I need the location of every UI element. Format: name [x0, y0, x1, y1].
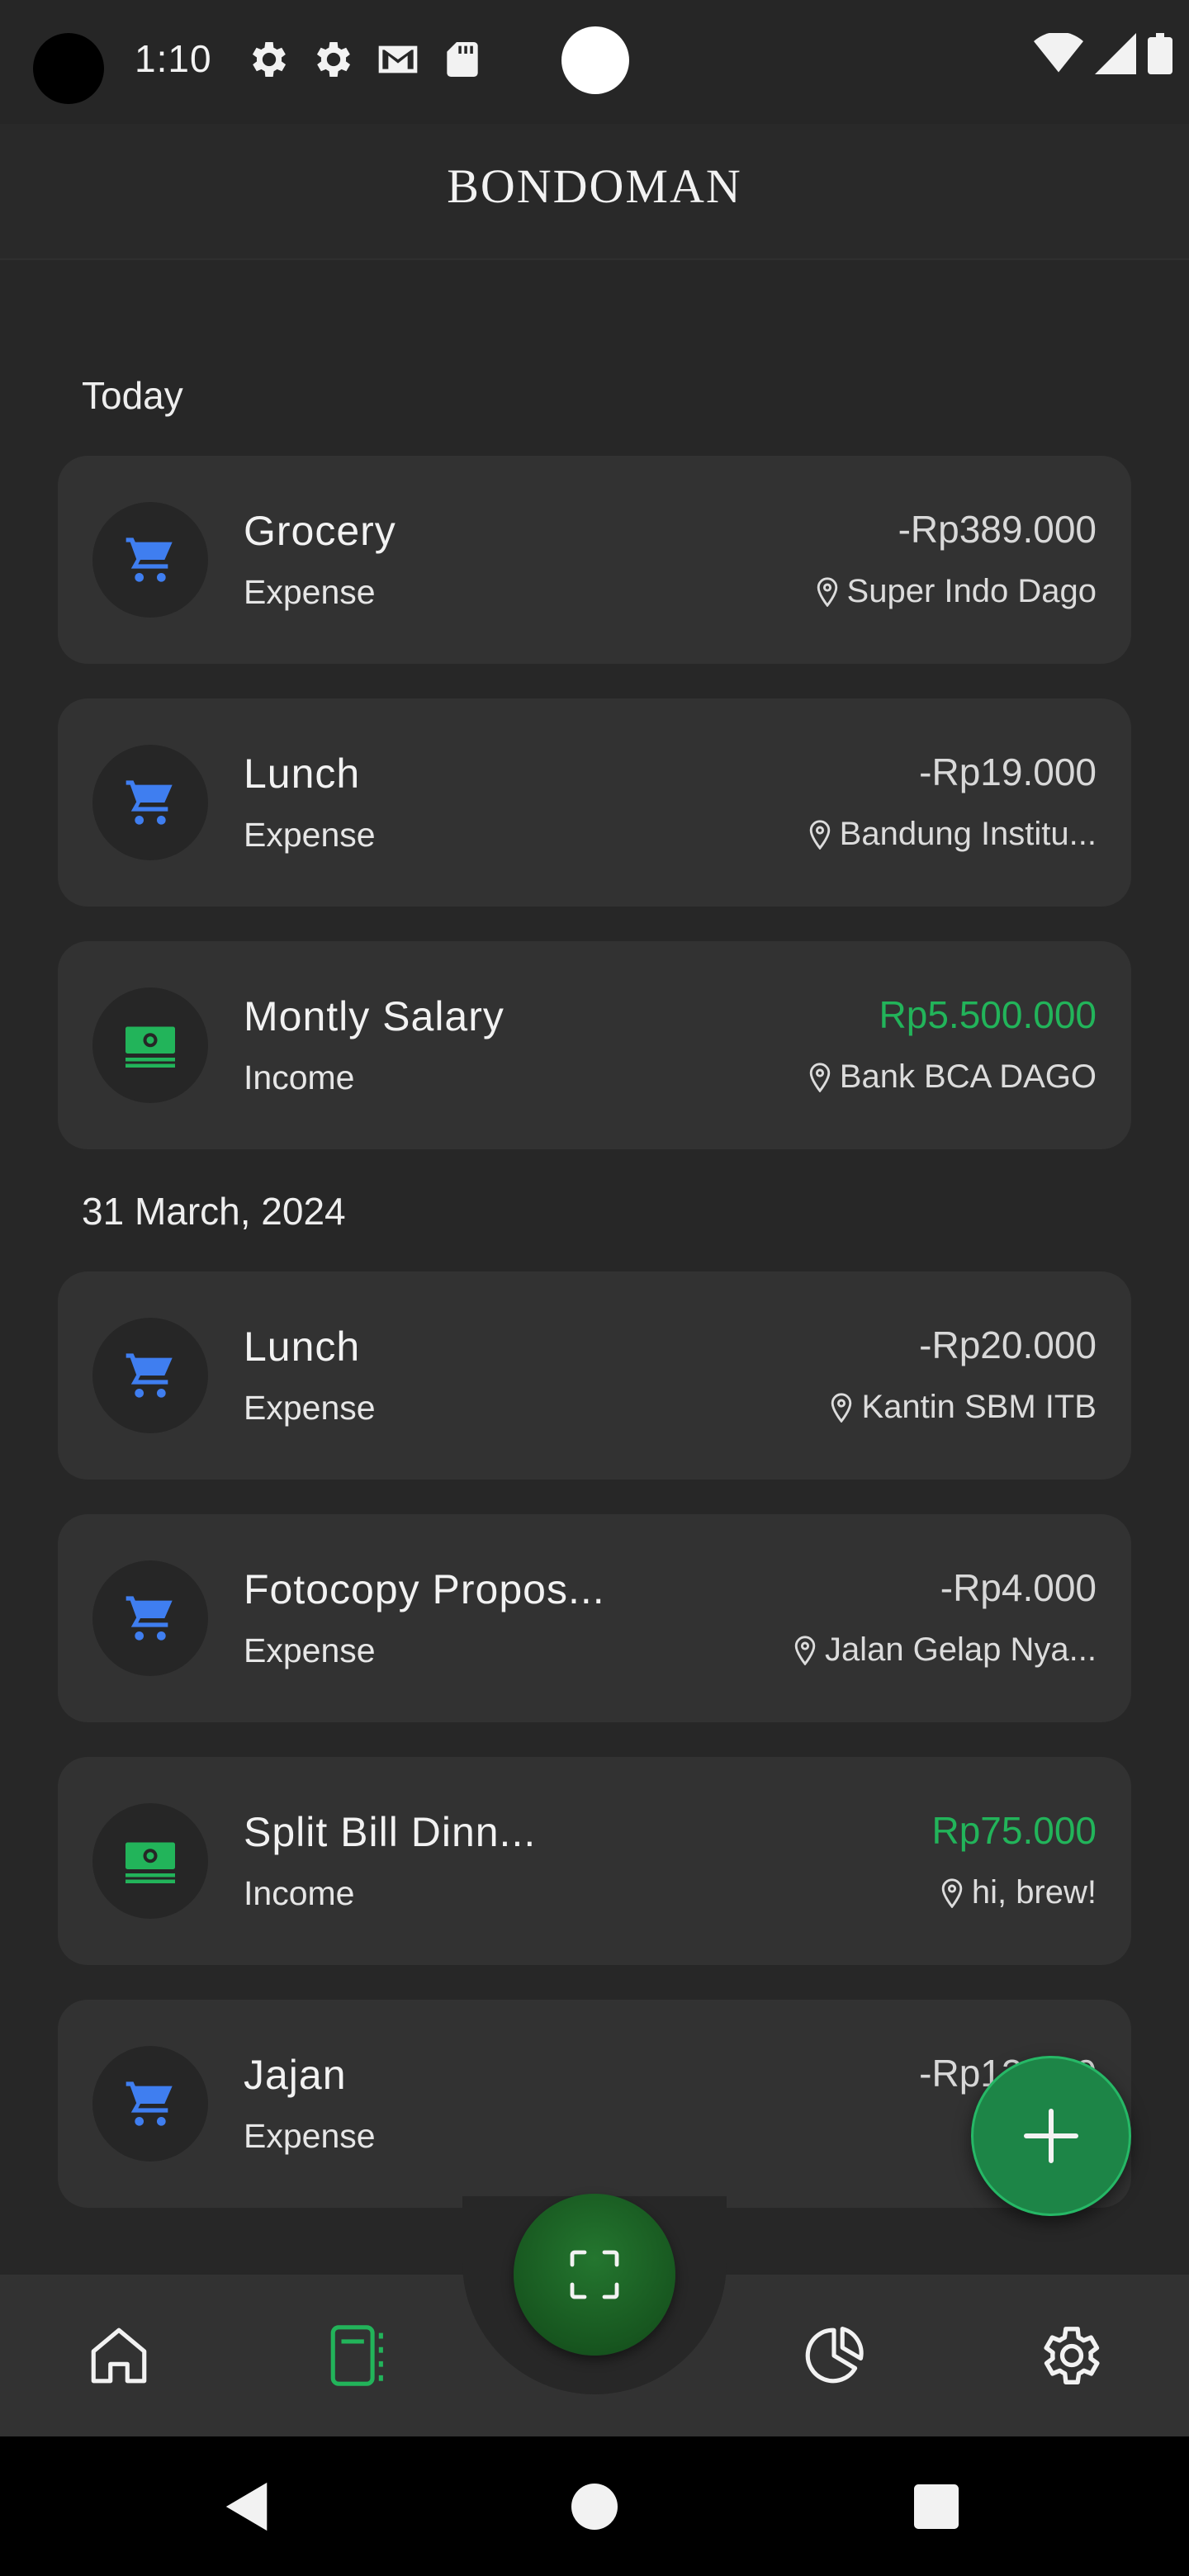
transaction-amount: Rp75.000	[931, 1809, 1097, 1852]
cart-icon	[126, 537, 173, 582]
nav-settings[interactable]	[1032, 2316, 1111, 2395]
category-icon-wrap	[92, 1803, 208, 1919]
transaction-amount: -Rp4.000	[940, 1566, 1097, 1609]
location-pin-icon	[809, 1062, 831, 1092]
transaction-title: Lunch	[244, 1324, 361, 1370]
transaction-amount: -Rp389.000	[898, 508, 1097, 551]
back-icon[interactable]	[223, 2480, 272, 2533]
gmail-icon	[378, 45, 418, 73]
location-label: Bandung Institu...	[839, 816, 1097, 852]
transaction-card[interactable]: Fotocopy Propos... Expense -Rp4.000 Jala…	[58, 1514, 1131, 1722]
scan-button[interactable]	[514, 2194, 675, 2356]
chart-icon	[805, 2326, 864, 2384]
recents-icon[interactable]	[914, 2484, 959, 2529]
location-pin-icon	[794, 1635, 816, 1665]
transaction-card[interactable]: Montly Salary Income Rp5.500.000 Bank BC…	[58, 941, 1131, 1149]
transaction-title: Fotocopy Propos...	[244, 1566, 605, 1612]
scan-icon	[570, 2250, 619, 2299]
category-icon-wrap	[92, 2046, 208, 2162]
location-label: hi, brew!	[971, 1874, 1097, 1911]
category-icon-wrap	[92, 1560, 208, 1676]
settings-icon	[1044, 2327, 1100, 2384]
transaction-card[interactable]: Lunch Expense -Rp19.000 Bandung Institu.…	[58, 698, 1131, 907]
sd-card-icon	[447, 42, 478, 77]
settings-icon	[252, 42, 287, 77]
transaction-title: Montly Salary	[244, 993, 504, 1039]
transaction-amount: -Rp19.000	[919, 751, 1097, 793]
status-time: 1:10	[135, 37, 212, 80]
notification-icons	[246, 36, 486, 83]
location-pin-icon	[831, 1392, 852, 1423]
section-title-today: Today	[82, 374, 183, 417]
signal-icon	[1095, 33, 1136, 74]
category-icon-wrap	[92, 1318, 208, 1433]
location-label: Kantin SBM ITB	[861, 1389, 1097, 1425]
cart-icon	[126, 780, 173, 825]
transaction-title: Split Bill Dinn...	[244, 1809, 537, 1855]
plus-icon	[1024, 2109, 1078, 2163]
category-icon-wrap	[92, 502, 208, 618]
transaction-location: Super Indo Dago	[816, 573, 1097, 610]
wifi-icon	[1034, 33, 1083, 73]
status-dot	[561, 26, 629, 94]
settings-icon	[316, 42, 351, 77]
app-header: BONDOMAN	[0, 124, 1189, 260]
transaction-amount: Rp5.500.000	[879, 993, 1097, 1036]
money-icon	[126, 1026, 175, 1068]
nav-home[interactable]	[79, 2316, 159, 2395]
app-title: BONDOMAN	[447, 159, 742, 213]
category-icon-wrap	[92, 745, 208, 860]
location-pin-icon	[817, 576, 837, 607]
transaction-type: Expense	[244, 1389, 376, 1427]
transaction-title: Lunch	[244, 751, 361, 797]
transaction-type: Income	[244, 1058, 355, 1096]
transaction-type: Expense	[244, 573, 376, 611]
transaction-location: hi, brew!	[940, 1874, 1097, 1911]
location-label: Bank BCA DAGO	[839, 1058, 1097, 1095]
add-transaction-button[interactable]	[971, 2056, 1131, 2216]
section-title-date: 31 March, 2024	[82, 1190, 346, 1233]
transaction-card[interactable]: Jajan Expense -Rp12.000 In	[58, 2000, 1131, 2208]
home-circle-icon[interactable]	[571, 2483, 618, 2530]
transactions-icon	[330, 2325, 383, 2386]
transaction-type: Income	[244, 1874, 355, 1912]
transaction-type: Expense	[244, 1631, 376, 1669]
cart-icon	[126, 1596, 173, 1641]
cart-icon	[126, 1353, 173, 1398]
location-label: Jalan Gelap Nya...	[824, 1631, 1097, 1668]
cart-icon	[126, 2081, 173, 2126]
status-bar: 1:10	[0, 0, 1189, 124]
transaction-card[interactable]: Split Bill Dinn... Income Rp75.000 hi, b…	[58, 1757, 1131, 1965]
transaction-amount: -Rp20.000	[919, 1324, 1097, 1366]
location-label: Super Indo Dago	[846, 573, 1097, 609]
transaction-card[interactable]: Lunch Expense -Rp20.000 Kantin SBM ITB	[58, 1271, 1131, 1480]
battery-icon	[1148, 33, 1172, 74]
transaction-type: Expense	[244, 816, 376, 854]
category-icon-wrap	[92, 987, 208, 1103]
home-icon	[91, 2327, 147, 2384]
transaction-title: Grocery	[244, 508, 396, 554]
transaction-location: Jalan Gelap Nya...	[793, 1631, 1097, 1669]
transaction-card[interactable]: Grocery Expense -Rp389.000 Super Indo Da…	[58, 456, 1131, 664]
camera-cutout	[33, 33, 104, 104]
transaction-location: Kantin SBM ITB	[830, 1389, 1097, 1426]
transaction-location: Bank BCA DAGO	[808, 1058, 1097, 1096]
nav-transactions[interactable]	[319, 2316, 398, 2395]
nav-statistics[interactable]	[794, 2316, 874, 2395]
system-status-icons	[1034, 33, 1172, 74]
location-pin-icon	[809, 819, 830, 850]
money-icon	[126, 1842, 175, 1883]
transaction-type: Expense	[244, 2117, 376, 2155]
location-pin-icon	[941, 1878, 963, 1908]
transaction-title: Jajan	[244, 2052, 347, 2098]
system-navigation-bar	[0, 2436, 1189, 2576]
transaction-location: Bandung Institu...	[808, 816, 1097, 853]
